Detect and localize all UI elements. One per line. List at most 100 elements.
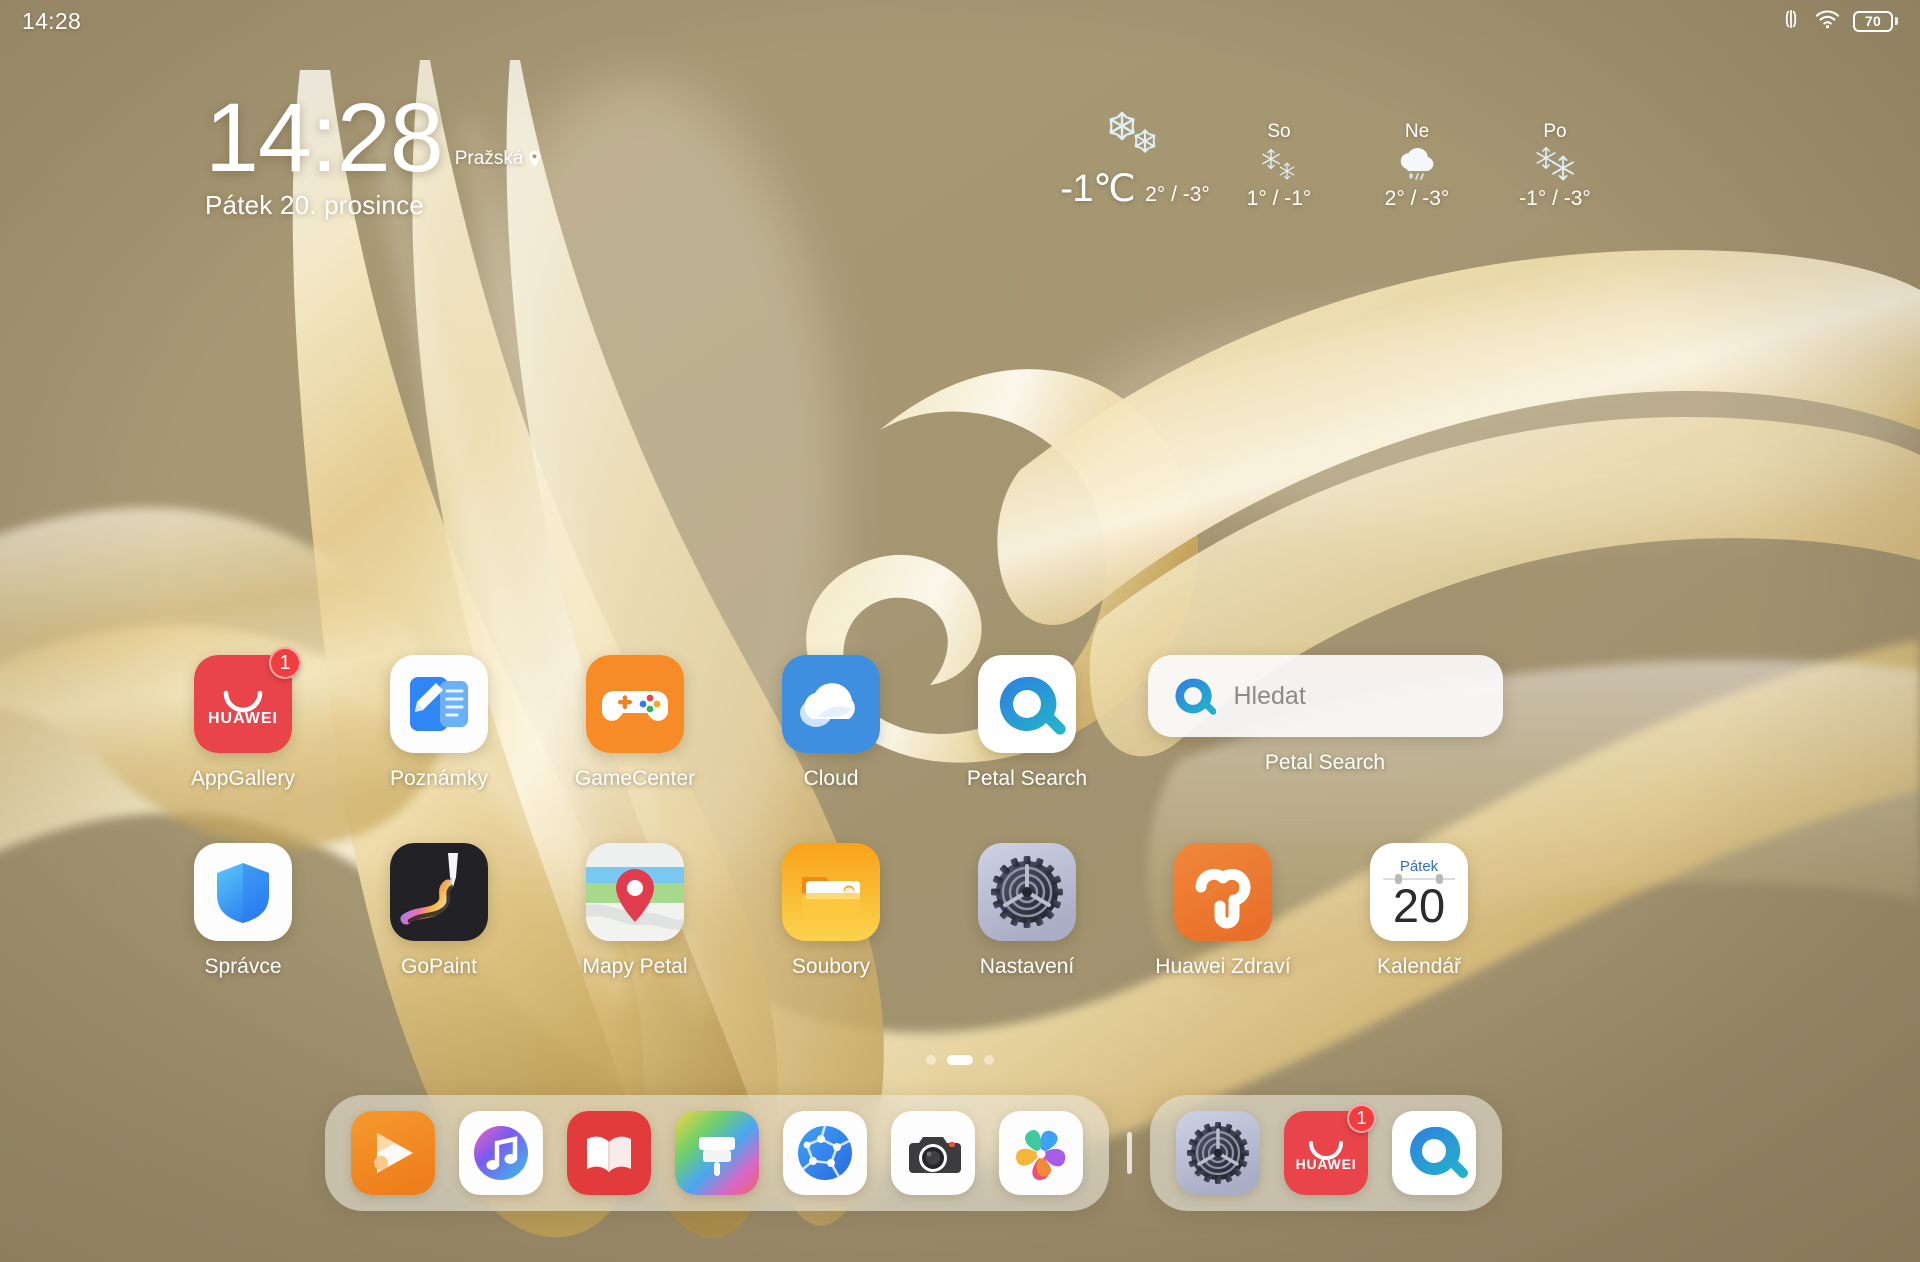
clock-location: Pražská bbox=[455, 148, 543, 170]
dock-item-motivy[interactable] bbox=[675, 1111, 759, 1195]
app-icon-huawei-zdravi[interactable]: Huawei Zdraví bbox=[1125, 843, 1321, 979]
app-icon-gamecenter[interactable]: GameCenter bbox=[537, 655, 733, 791]
weather-current-values: -1℃ 2° / -3° bbox=[1060, 166, 1210, 211]
browser-globe-icon bbox=[783, 1111, 867, 1195]
petal-search-icon bbox=[1174, 678, 1216, 715]
dock-item-video[interactable] bbox=[351, 1111, 435, 1195]
vibrate-icon bbox=[1780, 8, 1802, 35]
petal-search-widget[interactable]: Hledat Petal Search bbox=[1125, 655, 1525, 791]
notes-icon bbox=[390, 655, 488, 753]
search-input[interactable]: Hledat bbox=[1147, 655, 1503, 737]
calendar-icon-wrap: Pátek 20 bbox=[1370, 843, 1468, 941]
petal-search-icon-wrap bbox=[978, 655, 1076, 753]
app-label: Nastavení bbox=[979, 955, 1075, 978]
themes-brush-icon bbox=[675, 1111, 759, 1195]
svg-text:HUAWEI: HUAWEI bbox=[1296, 1156, 1357, 1172]
petal-search-icon bbox=[1392, 1111, 1476, 1195]
app-label: Správce bbox=[204, 955, 282, 978]
app-label: Soubory bbox=[791, 955, 871, 978]
clock-time-row: 14:28 Pražská bbox=[205, 83, 543, 192]
dock-item-fotoaparat[interactable] bbox=[891, 1111, 975, 1195]
status-bar: 14:28 70 bbox=[0, 0, 1920, 42]
dock-item-knihy[interactable] bbox=[567, 1111, 651, 1195]
weather-day-name: So bbox=[1267, 121, 1291, 142]
dock: HUAWEI 1 bbox=[325, 1095, 1502, 1211]
dock-item-hudba[interactable] bbox=[459, 1111, 543, 1195]
app-icon-nastaveni[interactable]: Nastavení bbox=[929, 843, 1125, 979]
app-label: Huawei Zdraví bbox=[1155, 955, 1291, 978]
search-placeholder: Hledat bbox=[1233, 681, 1306, 710]
snow-icon bbox=[1257, 145, 1301, 185]
dock-recent-nastaveni[interactable] bbox=[1176, 1111, 1260, 1195]
app-label: GoPaint bbox=[401, 955, 477, 978]
petal-search-icon bbox=[978, 655, 1076, 753]
wifi-icon bbox=[1815, 9, 1840, 34]
optimizer-shield-icon bbox=[194, 843, 292, 941]
snow-icon bbox=[1104, 108, 1166, 164]
app-icon-poznamky[interactable]: Poznámky bbox=[341, 655, 537, 791]
dock-recent-petal-search[interactable] bbox=[1392, 1111, 1476, 1195]
battery-level: 70 bbox=[1853, 10, 1893, 32]
dock-recent-appgallery[interactable]: HUAWEI 1 bbox=[1284, 1104, 1376, 1195]
battery-tip bbox=[1895, 17, 1898, 25]
app-icon-gopaint[interactable]: GoPaint bbox=[341, 843, 537, 979]
petal-maps-icon bbox=[586, 843, 684, 941]
books-icon bbox=[567, 1111, 651, 1195]
page-dot[interactable] bbox=[984, 1055, 994, 1065]
weather-current: -1℃ 2° / -3° bbox=[1060, 108, 1210, 211]
app-icon-soubory[interactable]: Soubory bbox=[733, 843, 929, 979]
health-icon-wrap bbox=[1174, 843, 1272, 941]
app-row-1: HUAWEI 1 AppGallery Poznámky GameCenter … bbox=[0, 647, 1920, 791]
weather-current-temp: -1℃ bbox=[1060, 168, 1136, 210]
files-icon-wrap bbox=[782, 843, 880, 941]
app-label: Petal Search bbox=[966, 767, 1088, 790]
app-icon-cloud[interactable]: Cloud bbox=[733, 655, 929, 791]
page-dot[interactable] bbox=[926, 1055, 936, 1065]
app-icon-mapy-petal[interactable]: Mapy Petal bbox=[537, 843, 733, 979]
weather-forecast-day-2: Po -1° / -3° bbox=[1486, 121, 1624, 211]
status-bar-icons: 70 bbox=[1780, 8, 1898, 35]
dock-item-galerie[interactable] bbox=[999, 1111, 1083, 1195]
app-icon-kalendar[interactable]: Pátek 20 Kalendář bbox=[1321, 843, 1517, 979]
app-label: Kalendář bbox=[1376, 955, 1462, 978]
app-row-2: Správce GoPaint Mapy Petal Soubory Nasta… bbox=[0, 843, 1920, 979]
cloud-icon-wrap bbox=[782, 655, 880, 753]
page-dot-active[interactable] bbox=[947, 1055, 973, 1065]
video-play-icon bbox=[351, 1111, 435, 1195]
widget-label: Petal Search bbox=[1264, 751, 1386, 774]
svg-text:HUAWEI: HUAWEI bbox=[208, 710, 278, 727]
camera-icon bbox=[891, 1111, 975, 1195]
badge-count: 1 bbox=[1347, 1104, 1376, 1133]
weather-forecast-day-1: Ne 2° / -3° bbox=[1348, 121, 1486, 211]
dock-recent-group: HUAWEI 1 bbox=[1150, 1095, 1502, 1211]
app-icon-petal-search[interactable]: Petal Search bbox=[929, 655, 1125, 791]
gallery-flower-icon bbox=[999, 1111, 1083, 1195]
app-icon-spravce[interactable]: Správce bbox=[145, 843, 341, 979]
app-label: Cloud bbox=[803, 767, 859, 790]
page-indicator[interactable] bbox=[0, 1055, 1920, 1065]
settings-gear-icon bbox=[978, 843, 1076, 941]
weather-day-range: -1° / -3° bbox=[1519, 187, 1591, 210]
calendar-weekday-text: Pátek bbox=[1400, 858, 1439, 875]
battery-icon: 70 bbox=[1853, 10, 1898, 32]
clock-time: 14:28 bbox=[205, 83, 444, 192]
dock-main-group bbox=[325, 1095, 1109, 1211]
weather-day-range: 2° / -3° bbox=[1384, 187, 1450, 210]
dock-item-prohlizec[interactable] bbox=[783, 1111, 867, 1195]
gamecenter-icon bbox=[586, 655, 684, 753]
sleet-icon bbox=[1393, 145, 1441, 185]
app-icon-appgallery[interactable]: HUAWEI 1 AppGallery bbox=[145, 647, 341, 791]
app-label: GameCenter bbox=[574, 767, 696, 790]
dock-divider bbox=[1127, 1132, 1132, 1174]
location-pin-icon bbox=[529, 151, 541, 168]
gopaint-icon-wrap bbox=[390, 843, 488, 941]
status-bar-clock: 14:28 bbox=[22, 7, 82, 34]
petal-maps-icon-wrap bbox=[586, 843, 684, 941]
badge-count: 1 bbox=[269, 647, 301, 679]
snow-icon bbox=[1531, 145, 1579, 185]
settings-icon-wrap bbox=[978, 843, 1076, 941]
app-grid: HUAWEI 1 AppGallery Poznámky GameCenter … bbox=[0, 647, 1920, 979]
weather-day-name: Po bbox=[1543, 121, 1567, 142]
clock-widget[interactable]: 14:28 Pražská Pátek 20. prosince bbox=[205, 83, 543, 221]
weather-widget[interactable]: -1℃ 2° / -3° So 1° / -1° Ne 2° / -3° Po … bbox=[1060, 108, 1624, 211]
